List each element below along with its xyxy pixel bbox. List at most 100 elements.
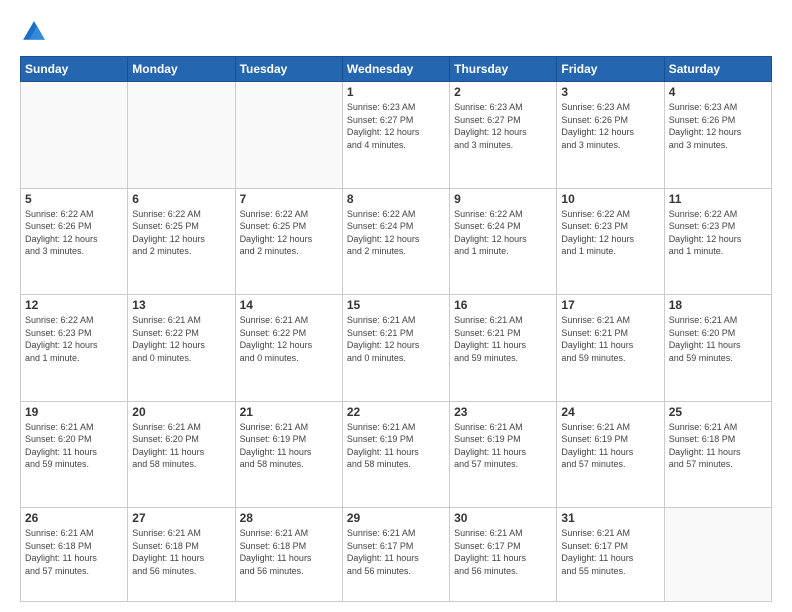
calendar-cell: 3 Sunrise: 6:23 AM Sunset: 6:26 PM Daylig…	[557, 82, 664, 189]
calendar-cell: 5 Sunrise: 6:22 AM Sunset: 6:26 PM Daylig…	[21, 188, 128, 295]
day-info: Sunrise: 6:21 AM Sunset: 6:17 PM Dayligh…	[454, 527, 552, 577]
day-info: Sunrise: 6:21 AM Sunset: 6:19 PM Dayligh…	[561, 421, 659, 471]
day-info: Sunrise: 6:22 AM Sunset: 6:25 PM Dayligh…	[132, 208, 230, 258]
day-number: 9	[454, 192, 552, 206]
day-number: 5	[25, 192, 123, 206]
calendar-cell: 12 Sunrise: 6:22 AM Sunset: 6:23 PM Dayli…	[21, 295, 128, 402]
day-number: 31	[561, 511, 659, 525]
day-number: 16	[454, 298, 552, 312]
day-number: 17	[561, 298, 659, 312]
calendar-cell: 13Sunrise: 6:21 AM Sunset: 6:22 PM Dayli…	[128, 295, 235, 402]
calendar-cell: 6 Sunrise: 6:22 AM Sunset: 6:25 PM Daylig…	[128, 188, 235, 295]
day-info: Sunrise: 6:22 AM Sunset: 6:23 PM Dayligh…	[25, 314, 123, 364]
calendar-cell: 26 Sunrise: 6:21 AM Sunset: 6:18 PM Dayli…	[21, 508, 128, 602]
day-number: 25	[669, 405, 767, 419]
calendar: SundayMondayTuesdayWednesdayThursdayFrid…	[20, 56, 772, 602]
calendar-cell: 17 Sunrise: 6:21 AM Sunset: 6:21 PM Dayli…	[557, 295, 664, 402]
calendar-cell: 24 Sunrise: 6:21 AM Sunset: 6:19 PM Dayli…	[557, 401, 664, 508]
day-info: Sunrise: 6:21 AM Sunset: 6:21 PM Dayligh…	[561, 314, 659, 364]
calendar-cell: 4 Sunrise: 6:23 AM Sunset: 6:26 PM Daylig…	[664, 82, 771, 189]
day-number: 13	[132, 298, 230, 312]
calendar-cell: 31 Sunrise: 6:21 AM Sunset: 6:17 PM Dayli…	[557, 508, 664, 602]
day-info: Sunrise: 6:21 AM Sunset: 6:20 PM Dayligh…	[25, 421, 123, 471]
calendar-cell: 11Sunrise: 6:22 AM Sunset: 6:23 PM Dayli…	[664, 188, 771, 295]
day-number: 26	[25, 511, 123, 525]
day-info: Sunrise: 6:22 AM Sunset: 6:24 PM Dayligh…	[347, 208, 445, 258]
calendar-cell: 16 Sunrise: 6:21 AM Sunset: 6:21 PM Dayli…	[450, 295, 557, 402]
day-number: 29	[347, 511, 445, 525]
day-info: Sunrise: 6:22 AM Sunset: 6:23 PM Dayligh…	[561, 208, 659, 258]
calendar-header-monday: Monday	[128, 57, 235, 82]
day-number: 28	[240, 511, 338, 525]
day-info: Sunrise: 6:22 AM Sunset: 6:25 PM Dayligh…	[240, 208, 338, 258]
calendar-cell	[664, 508, 771, 602]
calendar-cell: 14 Sunrise: 6:21 AM Sunset: 6:22 PM Dayli…	[235, 295, 342, 402]
day-info: Sunrise: 6:21 AM Sunset: 6:19 PM Dayligh…	[347, 421, 445, 471]
day-info: Sunrise: 6:23 AM Sunset: 6:26 PM Dayligh…	[669, 101, 767, 151]
calendar-header-saturday: Saturday	[664, 57, 771, 82]
calendar-cell: 18 Sunrise: 6:21 AM Sunset: 6:20 PM Dayli…	[664, 295, 771, 402]
calendar-header-friday: Friday	[557, 57, 664, 82]
logo	[20, 18, 52, 46]
day-number: 1	[347, 85, 445, 99]
day-info: Sunrise: 6:23 AM Sunset: 6:26 PM Dayligh…	[561, 101, 659, 151]
day-number: 30	[454, 511, 552, 525]
day-info: Sunrise: 6:21 AM Sunset: 6:19 PM Dayligh…	[454, 421, 552, 471]
day-number: 8	[347, 192, 445, 206]
calendar-cell	[128, 82, 235, 189]
calendar-header-wednesday: Wednesday	[342, 57, 449, 82]
calendar-week-4: 19 Sunrise: 6:21 AM Sunset: 6:20 PM Dayli…	[21, 401, 772, 508]
calendar-cell: 23Sunrise: 6:21 AM Sunset: 6:19 PM Dayli…	[450, 401, 557, 508]
day-info: Sunrise: 6:21 AM Sunset: 6:18 PM Dayligh…	[25, 527, 123, 577]
day-number: 22	[347, 405, 445, 419]
day-info: Sunrise: 6:21 AM Sunset: 6:22 PM Dayligh…	[240, 314, 338, 364]
calendar-cell: 25Sunrise: 6:21 AM Sunset: 6:18 PM Dayli…	[664, 401, 771, 508]
calendar-cell: 2 Sunrise: 6:23 AM Sunset: 6:27 PM Daylig…	[450, 82, 557, 189]
day-info: Sunrise: 6:23 AM Sunset: 6:27 PM Dayligh…	[454, 101, 552, 151]
day-info: Sunrise: 6:21 AM Sunset: 6:19 PM Dayligh…	[240, 421, 338, 471]
day-number: 24	[561, 405, 659, 419]
calendar-header-sunday: Sunday	[21, 57, 128, 82]
day-number: 15	[347, 298, 445, 312]
calendar-cell: 10 Sunrise: 6:22 AM Sunset: 6:23 PM Dayli…	[557, 188, 664, 295]
calendar-cell: 28 Sunrise: 6:21 AM Sunset: 6:18 PM Dayli…	[235, 508, 342, 602]
calendar-cell: 7 Sunrise: 6:22 AM Sunset: 6:25 PM Daylig…	[235, 188, 342, 295]
day-info: Sunrise: 6:22 AM Sunset: 6:26 PM Dayligh…	[25, 208, 123, 258]
calendar-cell: 8 Sunrise: 6:22 AM Sunset: 6:24 PM Daylig…	[342, 188, 449, 295]
calendar-week-2: 5 Sunrise: 6:22 AM Sunset: 6:26 PM Daylig…	[21, 188, 772, 295]
day-info: Sunrise: 6:22 AM Sunset: 6:23 PM Dayligh…	[669, 208, 767, 258]
day-number: 4	[669, 85, 767, 99]
day-number: 27	[132, 511, 230, 525]
day-info: Sunrise: 6:21 AM Sunset: 6:17 PM Dayligh…	[347, 527, 445, 577]
day-number: 14	[240, 298, 338, 312]
day-info: Sunrise: 6:21 AM Sunset: 6:20 PM Dayligh…	[132, 421, 230, 471]
day-number: 20	[132, 405, 230, 419]
day-number: 19	[25, 405, 123, 419]
day-info: Sunrise: 6:21 AM Sunset: 6:18 PM Dayligh…	[240, 527, 338, 577]
calendar-cell	[21, 82, 128, 189]
day-number: 10	[561, 192, 659, 206]
header	[20, 18, 772, 46]
day-number: 12	[25, 298, 123, 312]
day-number: 3	[561, 85, 659, 99]
calendar-week-1: 1 Sunrise: 6:23 AM Sunset: 6:27 PM Daylig…	[21, 82, 772, 189]
day-number: 21	[240, 405, 338, 419]
day-info: Sunrise: 6:21 AM Sunset: 6:18 PM Dayligh…	[132, 527, 230, 577]
calendar-cell	[235, 82, 342, 189]
calendar-cell: 19 Sunrise: 6:21 AM Sunset: 6:20 PM Dayli…	[21, 401, 128, 508]
day-info: Sunrise: 6:23 AM Sunset: 6:27 PM Dayligh…	[347, 101, 445, 151]
day-number: 6	[132, 192, 230, 206]
day-info: Sunrise: 6:21 AM Sunset: 6:20 PM Dayligh…	[669, 314, 767, 364]
day-info: Sunrise: 6:21 AM Sunset: 6:21 PM Dayligh…	[454, 314, 552, 364]
day-number: 7	[240, 192, 338, 206]
day-info: Sunrise: 6:21 AM Sunset: 6:17 PM Dayligh…	[561, 527, 659, 577]
day-number: 2	[454, 85, 552, 99]
day-info: Sunrise: 6:22 AM Sunset: 6:24 PM Dayligh…	[454, 208, 552, 258]
calendar-cell: 21 Sunrise: 6:21 AM Sunset: 6:19 PM Dayli…	[235, 401, 342, 508]
day-number: 18	[669, 298, 767, 312]
calendar-cell: 22 Sunrise: 6:21 AM Sunset: 6:19 PM Dayli…	[342, 401, 449, 508]
calendar-cell: 1 Sunrise: 6:23 AM Sunset: 6:27 PM Daylig…	[342, 82, 449, 189]
calendar-cell: 9 Sunrise: 6:22 AM Sunset: 6:24 PM Daylig…	[450, 188, 557, 295]
calendar-header-thursday: Thursday	[450, 57, 557, 82]
calendar-cell: 27 Sunrise: 6:21 AM Sunset: 6:18 PM Dayli…	[128, 508, 235, 602]
